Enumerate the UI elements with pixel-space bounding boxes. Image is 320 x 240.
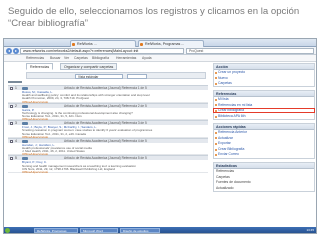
edit-icon[interactable]	[22, 139, 28, 143]
browser-tab-2[interactable]: RefWorks, Programas ...	[138, 40, 204, 47]
forward-icon[interactable]: ▸	[13, 48, 19, 54]
panel-references: Referencias Mi lista Referencias en mi l…	[213, 90, 315, 120]
panel-statistics: Estadísticas Referencias Carpetas Fuente…	[213, 162, 315, 192]
edit-icon[interactable]	[22, 157, 28, 161]
app-menu-bar: Referencias Buscar Ver Carpetas Bibliogr…	[4, 55, 316, 62]
os-taskbar: RefWorks, Programas Microsoft Word Diseñ…	[4, 227, 316, 233]
address-bar: ◂ ▸ www.refworks.com/refworks2/default.a…	[4, 47, 316, 55]
taskbar-item-word[interactable]: Microsoft Word	[80, 228, 118, 233]
sidebar-item-folders[interactable]: Carpetas	[214, 81, 314, 87]
menu-bibliography[interactable]: Bibliografía	[92, 55, 109, 62]
browser-tab-bar: RefWorks ... RefWorks, Programas ...	[4, 39, 316, 47]
panel-actions: Acción Crear un proyecto Nuevo Carpetas	[213, 63, 315, 87]
menu-references[interactable]: Referencias	[26, 55, 44, 62]
select-checkbox[interactable]	[10, 87, 13, 90]
caption-line-1: Seguido de ello, seleccionamos los regis…	[8, 6, 300, 17]
url-text: www.refworks.com/refworks2/default.aspx?…	[23, 49, 139, 53]
sidebar-item-apa-library[interactable]: Biblioteca APA 6th	[214, 114, 314, 120]
slide-caption: Seguido de ello, seleccionamos los regis…	[8, 6, 308, 30]
edit-icon[interactable]	[22, 104, 28, 108]
start-button-icon[interactable]	[5, 228, 10, 233]
section-marker	[8, 80, 22, 84]
sidebar-item-send-mail[interactable]: Enviar Correo	[214, 152, 314, 158]
select-checkbox[interactable]	[10, 122, 13, 126]
list-item[interactable]: 2 Artículo de Revista Académica (Journal…	[8, 102, 208, 121]
record-note[interactable]: Offline/Hipervínculo	[22, 171, 208, 174]
edit-icon[interactable]	[22, 122, 28, 126]
list-item[interactable]: 5 Artículo de Revista Académica (Journal…	[8, 155, 208, 174]
url-field[interactable]: www.refworks.com/refworks2/default.aspx?…	[20, 48, 184, 54]
taskbar-item-studies[interactable]: Diseño de estudios	[120, 228, 160, 233]
menu-help[interactable]: Ayuda	[142, 55, 152, 62]
menu-view[interactable]: Ver	[64, 55, 69, 62]
menu-folders[interactable]: Carpetas	[74, 55, 88, 62]
sort-select[interactable]	[127, 74, 147, 79]
create-bibliography-highlight	[213, 107, 315, 114]
browser-tab-1[interactable]: RefWorks ...	[70, 40, 136, 47]
edit-icon[interactable]	[22, 87, 28, 90]
search-field[interactable]: ProQuest	[186, 48, 314, 54]
tab-references[interactable]: Referencias	[26, 63, 54, 70]
menu-search[interactable]: Buscar	[50, 55, 61, 62]
taskbar-clock: 13:45	[306, 228, 314, 232]
right-sidebar: Acción Crear un proyecto Nuevo Carpetas …	[213, 63, 315, 233]
view-select[interactable]: Vista estándar	[75, 74, 123, 79]
tab-organize-folders[interactable]: Organizar y compartir carpetas	[60, 63, 118, 70]
list-item[interactable]: 1 Artículo de Revista Académica (Journal…	[8, 85, 208, 103]
panel-quick-actions: Acciones rápidas Referencia Anterior Act…	[213, 123, 315, 159]
reference-toolbar: Vista estándar	[26, 72, 206, 79]
browser-screenshot: RefWorks ... RefWorks, Programas ... ◂ ▸…	[3, 38, 317, 234]
select-checkbox[interactable]	[10, 157, 13, 161]
menu-tools[interactable]: Herramientas	[116, 55, 136, 62]
list-item[interactable]: 4 Artículo de Revista Académica (Journal…	[8, 137, 208, 156]
list-item[interactable]: 3 Artículo de Revista Académica (Journal…	[8, 120, 208, 138]
select-checkbox[interactable]	[10, 104, 13, 108]
select-checkbox[interactable]	[10, 139, 13, 143]
taskbar-item-refworks[interactable]: RefWorks, Programas	[34, 228, 78, 233]
reference-list: 1 Artículo de Revista Académica (Journal…	[8, 85, 208, 174]
caption-line-2: “Crear bibliografía”	[8, 18, 88, 29]
back-icon[interactable]: ◂	[6, 48, 12, 54]
stat-updated: Actualizado	[216, 185, 234, 190]
